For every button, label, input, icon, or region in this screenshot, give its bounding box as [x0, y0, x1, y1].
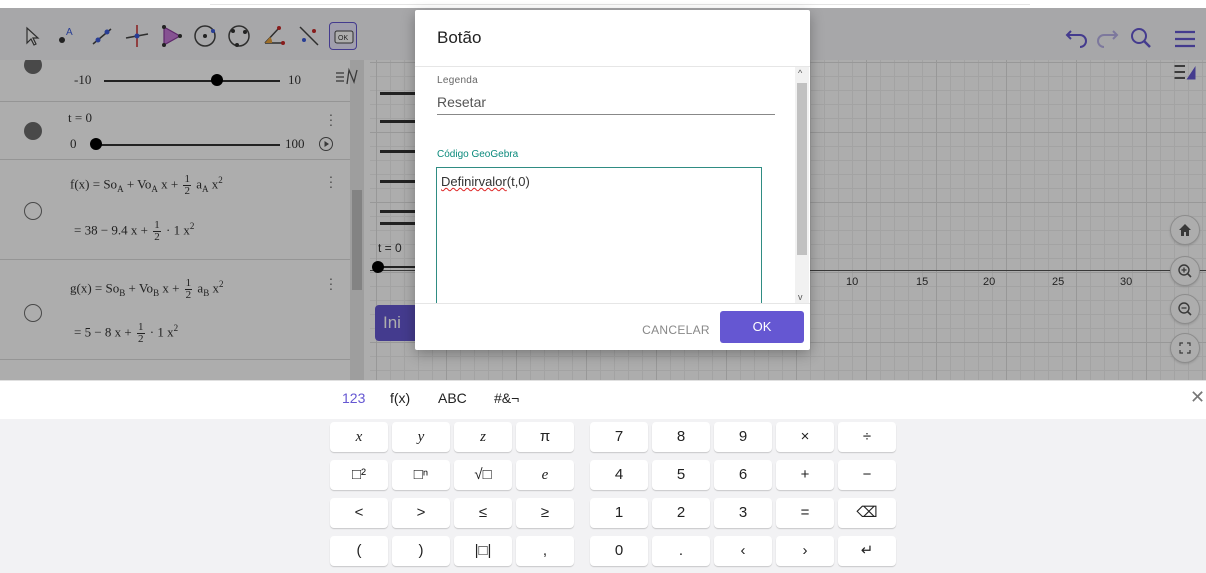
key-z[interactable]: z	[454, 422, 512, 452]
key-6[interactable]: 6	[714, 460, 772, 490]
key-3[interactable]: 3	[714, 498, 772, 528]
enter-icon[interactable]: ↵	[838, 536, 896, 566]
caption-label: Legenda	[437, 75, 479, 86]
ok-button[interactable]: OK	[720, 311, 804, 343]
scrollbar-thumb[interactable]	[797, 83, 807, 255]
close-icon[interactable]: ✕	[1190, 387, 1205, 408]
geogebra-app: A OK -10 10 t = 0 · · · 0 100 · · · f(x)…	[0, 0, 1206, 573]
key-9[interactable]: 9	[714, 422, 772, 452]
key-open-paren[interactable]: (	[330, 536, 388, 566]
key-equals[interactable]: =	[776, 498, 834, 528]
key-7[interactable]: 7	[590, 422, 648, 452]
key-divide[interactable]: ÷	[838, 422, 896, 452]
key-square[interactable]: □²	[330, 460, 388, 490]
key-5[interactable]: 5	[652, 460, 710, 490]
key-comma[interactable]: ,	[516, 536, 574, 566]
tab-symbols[interactable]: #&¬	[494, 390, 519, 406]
cancel-button[interactable]: CANCELAR	[633, 315, 719, 345]
key-y[interactable]: y	[392, 422, 450, 452]
key-greater-equal[interactable]: ≥	[516, 498, 574, 528]
key-close-paren[interactable]: )	[392, 536, 450, 566]
tab-numbers[interactable]: 123	[342, 390, 365, 406]
left-arrow-icon[interactable]: ‹	[714, 536, 772, 566]
scroll-up-icon[interactable]: ^	[798, 68, 802, 78]
top-divider	[210, 4, 1030, 5]
key-8[interactable]: 8	[652, 422, 710, 452]
caption-input[interactable]: Resetar	[437, 94, 486, 110]
scroll-down-icon[interactable]: v	[798, 292, 803, 302]
code-command: Definirvalor	[441, 174, 507, 189]
dialog-title: Botão	[437, 28, 482, 47]
dialog-body: Legenda Resetar Código GeoGebra Definirv…	[415, 67, 810, 303]
keyboard-tabs: 123 f(x) ABC #&¬ ✕	[0, 381, 1206, 419]
key-multiply[interactable]: ×	[776, 422, 834, 452]
key-plus[interactable]: +	[776, 460, 834, 490]
key-less[interactable]: <	[330, 498, 388, 528]
dialog-scrollbar[interactable]: ^ v	[795, 67, 809, 303]
key-minus[interactable]: −	[838, 460, 896, 490]
geogebra-code-input[interactable]: Definirvalor(t,0)	[436, 167, 762, 303]
key-dot[interactable]: .	[652, 536, 710, 566]
key-abs[interactable]: |□|	[454, 536, 512, 566]
backspace-icon[interactable]: ⌫	[838, 498, 896, 528]
caption-underline	[437, 114, 775, 115]
virtual-keyboard: 123 f(x) ABC #&¬ ✕ x y z π 7 8 9 × ÷ □² □ⁿ √□ e 4 5 6 + −…	[0, 380, 1206, 573]
tab-letters[interactable]: ABC	[438, 390, 467, 406]
button-dialog: Botão Legenda Resetar Código GeoGebra De…	[415, 10, 810, 350]
key-x[interactable]: x	[330, 422, 388, 452]
code-label: Código GeoGebra	[437, 149, 519, 160]
right-arrow-icon[interactable]: ›	[776, 536, 834, 566]
key-less-equal[interactable]: ≤	[454, 498, 512, 528]
key-0[interactable]: 0	[590, 536, 648, 566]
key-e[interactable]: e	[516, 460, 574, 490]
code-args: (t,0)	[506, 174, 530, 189]
key-power[interactable]: □ⁿ	[392, 460, 450, 490]
key-sqrt[interactable]: √□	[454, 460, 512, 490]
key-greater[interactable]: >	[392, 498, 450, 528]
key-2[interactable]: 2	[652, 498, 710, 528]
key-4[interactable]: 4	[590, 460, 648, 490]
key-pi[interactable]: π	[516, 422, 574, 452]
key-1[interactable]: 1	[590, 498, 648, 528]
divider	[415, 303, 810, 304]
tab-functions[interactable]: f(x)	[390, 390, 410, 406]
